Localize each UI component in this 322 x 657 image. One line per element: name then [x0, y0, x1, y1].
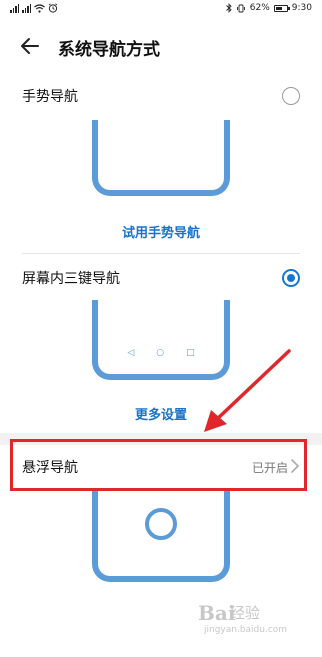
divider — [22, 253, 300, 254]
floating-button-icon — [145, 508, 177, 540]
battery-icon — [273, 4, 290, 12]
wifi-icon — [34, 3, 45, 13]
recent-key-icon: □ — [186, 348, 195, 358]
floating-phone-illustration — [92, 490, 230, 582]
baidu-jingyan-watermark: Bai 经验 jingyan.baidu.com — [198, 599, 308, 639]
header: 系统导航方式 — [0, 28, 322, 64]
clock-time: 9:30 — [291, 3, 312, 13]
watermark-text: 经验 — [230, 604, 261, 622]
status-right: 62% 9:30 — [225, 3, 312, 13]
option-label: 屏幕内三键导航 — [22, 271, 120, 287]
battery-level-fill — [275, 6, 282, 10]
back-button[interactable] — [18, 34, 42, 58]
option-label: 手势导航 — [22, 89, 78, 105]
radio-unselected[interactable] — [282, 87, 300, 105]
nav-keys: ◁ ○ □ — [98, 348, 224, 358]
battery-percent: 62% — [249, 3, 270, 13]
back-key-icon: ◁ — [127, 348, 135, 358]
more-settings-link[interactable]: 更多设置 — [0, 404, 322, 423]
annotation-highlight-box — [10, 439, 307, 491]
vibrate-icon — [236, 4, 245, 12]
radio-selected[interactable] — [282, 269, 300, 287]
gesture-phone-illustration — [92, 120, 230, 196]
signal-icon — [10, 3, 19, 13]
status-bar: 62% 9:30 — [0, 0, 322, 20]
option-three-key-navigation[interactable]: 屏幕内三键导航 — [0, 258, 322, 298]
status-left — [10, 3, 58, 13]
back-arrow-icon — [21, 38, 39, 54]
alarm-icon — [48, 3, 58, 13]
signal-icon — [22, 3, 31, 13]
try-gesture-navigation-link[interactable]: 试用手势导航 — [0, 222, 322, 241]
watermark-url: jingyan.baidu.com — [204, 625, 288, 635]
bluetooth-icon — [225, 3, 232, 13]
option-gesture-navigation[interactable]: 手势导航 — [0, 76, 322, 116]
page-title: 系统导航方式 — [58, 40, 160, 60]
home-key-icon: ○ — [156, 348, 165, 358]
three-key-phone-illustration: ◁ ○ □ — [92, 300, 230, 380]
